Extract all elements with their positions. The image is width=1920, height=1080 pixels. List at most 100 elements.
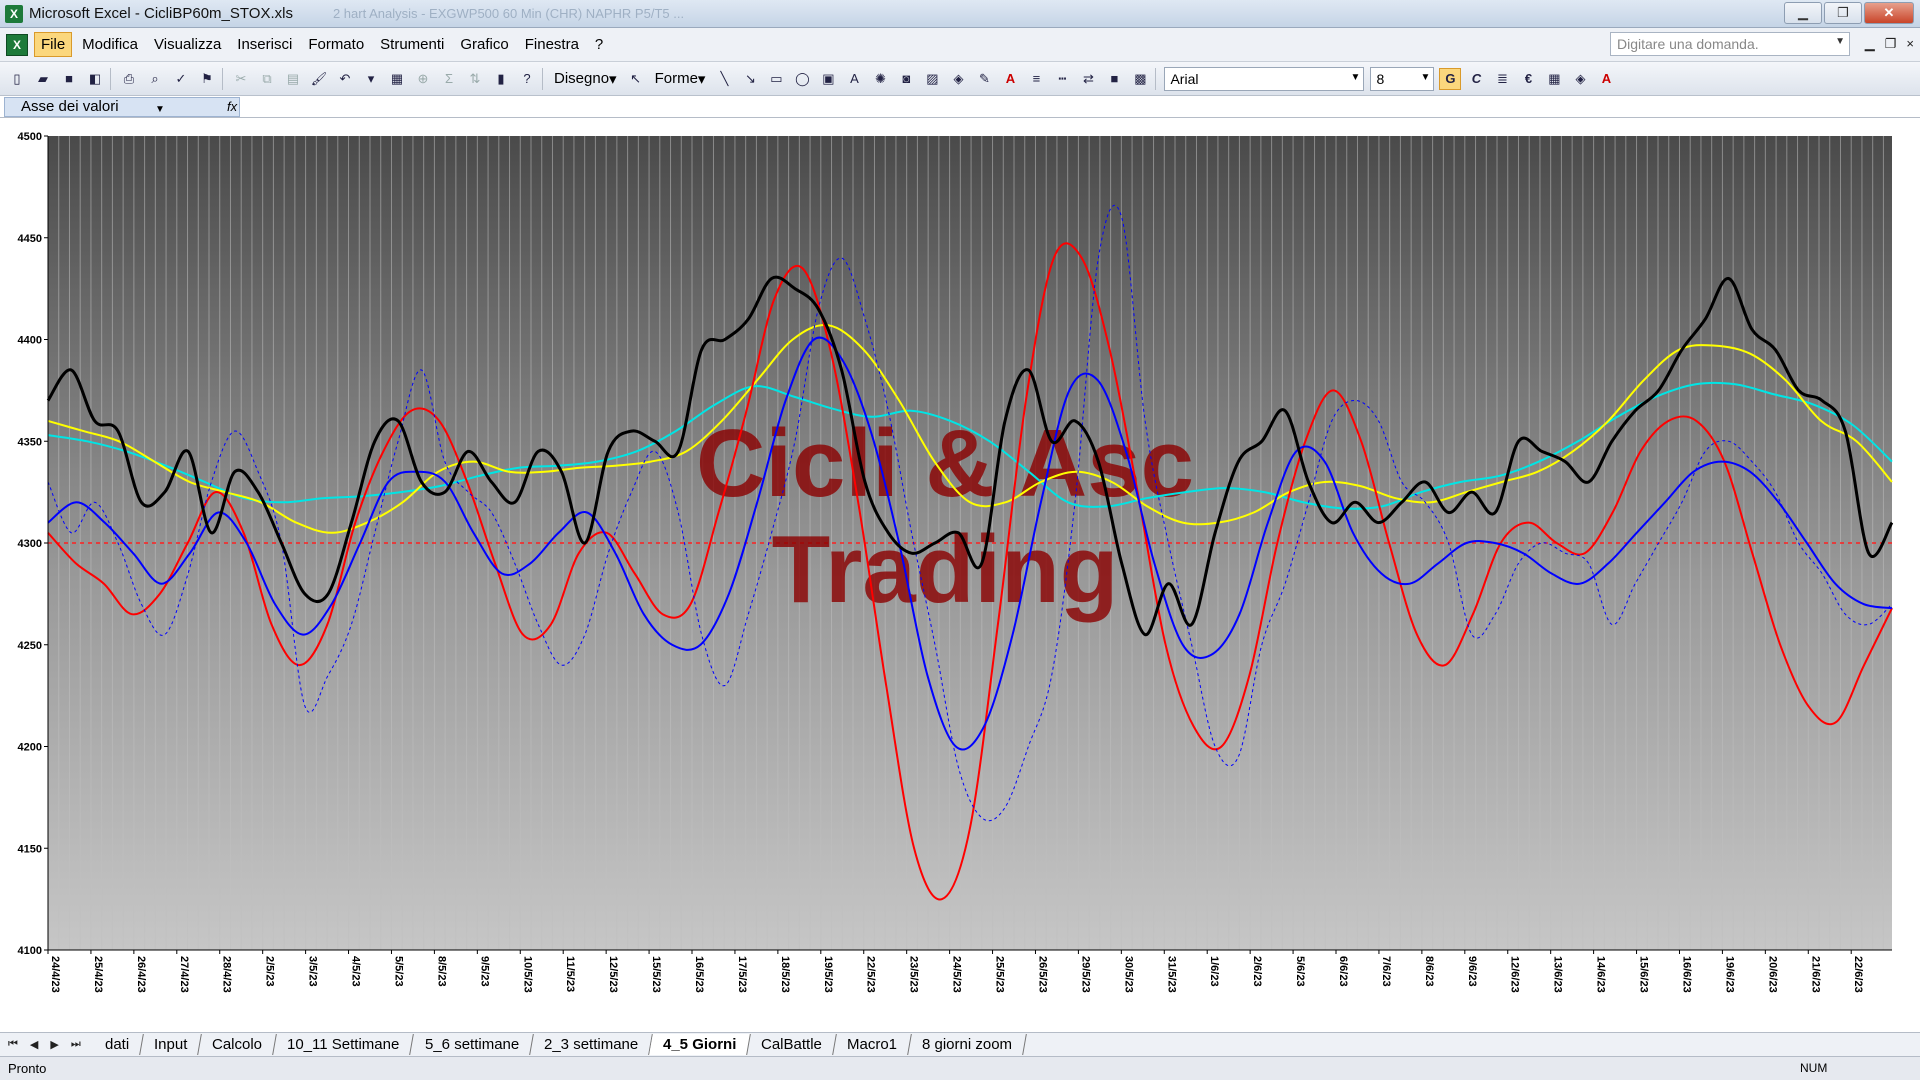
line-tool-icon[interactable]: ╲ — [713, 68, 735, 90]
x-tick-label: 20/6/23 — [1766, 956, 1778, 993]
fill-bucket-icon[interactable]: ◈ — [1569, 68, 1591, 90]
draw-menu-button[interactable]: Disegno ▾ — [554, 70, 617, 88]
title-bar: X Microsoft Excel - CicliBP60m_STOX.xls … — [0, 0, 1920, 28]
clipart-icon[interactable]: ◙ — [895, 68, 917, 90]
menu-visualizza[interactable]: Visualizza — [148, 33, 227, 56]
picture-icon[interactable]: ▨ — [921, 68, 943, 90]
textbox-tool-icon[interactable]: ▣ — [817, 68, 839, 90]
menu-file[interactable]: File — [34, 32, 73, 57]
x-tick-label: 4/5/23 — [350, 956, 362, 987]
rectangle-tool-icon[interactable]: ▭ — [765, 68, 787, 90]
format-painter-icon[interactable]: 🖌 — [308, 68, 330, 90]
oval-tool-icon[interactable]: ◯ — [791, 68, 813, 90]
print-icon[interactable]: ⎙ — [118, 68, 140, 90]
name-box[interactable]: Asse dei valori ▼ fx — [4, 97, 240, 117]
arrow-style-icon[interactable]: ⇄ — [1077, 68, 1099, 90]
line-color-icon[interactable]: ✎ — [973, 68, 995, 90]
x-tick-label: 8/5/23 — [435, 956, 447, 987]
x-tick-label: 23/5/23 — [908, 956, 920, 993]
x-tick-label: 24/5/23 — [951, 956, 963, 993]
sheet-tab-macro1[interactable]: Macro1 — [833, 1034, 913, 1055]
x-tick-label: 12/6/23 — [1509, 956, 1521, 993]
ask-question-input[interactable]: Digitare una domanda. ▼ — [1610, 32, 1850, 56]
arrow-tool-icon[interactable]: ↘ — [739, 68, 761, 90]
font-name-select[interactable]: Arial ▼ — [1164, 66, 1365, 91]
borders-icon[interactable]: ▦ — [1543, 68, 1565, 90]
x-tick-label: 12/5/23 — [607, 956, 619, 993]
undo-dropdown-icon[interactable]: ▾ — [360, 68, 382, 90]
prev-sheet-icon[interactable]: ◀ — [30, 1038, 38, 1051]
print-preview-icon[interactable]: ⌕ — [144, 68, 166, 90]
menu-formato[interactable]: Formato — [302, 33, 370, 56]
fx-icon[interactable]: fx — [227, 98, 237, 116]
menu-help[interactable]: ? — [589, 33, 609, 56]
font-size-select[interactable]: 8 ▼ — [1370, 66, 1435, 91]
next-sheet-icon[interactable]: ▶ — [50, 1038, 58, 1051]
chevron-down-icon[interactable]: ▼ — [1835, 36, 1845, 47]
undo-icon[interactable]: ↶ — [334, 68, 356, 90]
open-folder-icon[interactable]: ▰ — [32, 68, 54, 90]
chevron-down-icon: ▼ — [1350, 71, 1361, 83]
menu-grafico[interactable]: Grafico — [454, 33, 514, 56]
menu-modifica[interactable]: Modifica — [76, 33, 144, 56]
sort-ascending-icon[interactable]: ⇅ — [464, 68, 486, 90]
sheet-tab-calbattle[interactable]: CalBattle — [747, 1034, 838, 1055]
align-icon[interactable]: ≣ — [1491, 68, 1513, 90]
doc-restore-button[interactable]: ❐ — [1885, 36, 1897, 52]
close-button[interactable]: ✕ — [1864, 2, 1914, 24]
sheet-tab-2-3-settimane[interactable]: 2_3 settimane — [530, 1034, 653, 1055]
sheet-tab-4-5-giorni[interactable]: 4_5 Giorni — [649, 1034, 752, 1055]
bar-chart-icon[interactable]: ▮ — [490, 68, 512, 90]
doc-minimize-button[interactable]: ▁ — [1865, 36, 1875, 52]
diagram-icon[interactable]: ✺ — [869, 68, 891, 90]
paste-icon[interactable]: ▤ — [282, 68, 304, 90]
autosum-icon[interactable]: Σ — [438, 68, 460, 90]
sheet-tab-calcolo[interactable]: Calcolo — [198, 1034, 278, 1055]
sheet-tab-input[interactable]: Input — [140, 1034, 203, 1055]
dash-style-icon[interactable]: ┅ — [1051, 68, 1073, 90]
spelling-icon[interactable]: ✓ — [170, 68, 192, 90]
italic-button[interactable]: C — [1465, 68, 1487, 90]
shadow-icon[interactable]: ■ — [1103, 68, 1125, 90]
sheet-tab-dati[interactable]: dati — [90, 1034, 144, 1055]
doc-close-button[interactable]: × — [1906, 36, 1914, 52]
menu-finestra[interactable]: Finestra — [519, 33, 585, 56]
copy-icon[interactable]: ⧉ — [256, 68, 278, 90]
currency-button[interactable]: € — [1517, 68, 1539, 90]
chart-wizard-icon[interactable]: ▦ — [386, 68, 408, 90]
y-tick-label: 4400 — [18, 335, 42, 347]
save-icon[interactable]: ■ — [58, 68, 80, 90]
chevron-down-icon[interactable]: ▼ — [155, 101, 165, 119]
minimize-button[interactable]: ▁ — [1784, 2, 1822, 24]
last-sheet-icon[interactable]: ⏭ — [71, 1038, 81, 1051]
hyperlink-icon[interactable]: ⊕ — [412, 68, 434, 90]
sheet-tab-8-giorni-zoom[interactable]: 8 giorni zoom — [908, 1034, 1028, 1055]
x-tick-label: 5/5/23 — [392, 956, 404, 987]
font-color-icon[interactable]: A — [999, 68, 1021, 90]
x-tick-label: 14/6/23 — [1595, 956, 1607, 993]
first-sheet-icon[interactable]: ⏮ — [8, 1038, 18, 1051]
select-pointer-icon[interactable]: ↖ — [625, 68, 647, 90]
x-tick-label: 1/6/23 — [1208, 956, 1220, 987]
formula-bar: Asse dei valori ▼ fx — [0, 96, 1920, 118]
fill-color-icon[interactable]: ◈ — [947, 68, 969, 90]
sheet-tab-10-11-settimane[interactable]: 10_11 Settimane — [273, 1034, 415, 1055]
sheet-tab-5-6-settimane[interactable]: 5_6 settimane — [410, 1034, 534, 1055]
shapes-menu-button[interactable]: Forme ▾ — [655, 70, 706, 88]
research-icon[interactable]: ⚑ — [196, 68, 218, 90]
excel-app-icon[interactable]: X — [5, 4, 23, 23]
permission-icon[interactable]: ◧ — [84, 68, 106, 90]
menu-inserisci[interactable]: Inserisci — [231, 33, 298, 56]
bold-button[interactable]: G — [1439, 67, 1462, 90]
wordart-icon[interactable]: A — [843, 68, 865, 90]
help-icon[interactable]: ? — [516, 68, 538, 90]
maximize-button[interactable]: ❐ — [1824, 2, 1862, 24]
new-file-icon[interactable]: ▯ — [6, 68, 28, 90]
font-color-icon-2[interactable]: A — [1595, 68, 1617, 90]
line-style-icon[interactable]: ≡ — [1025, 68, 1047, 90]
line-chart[interactable]: Cicli & Asc Trading 4100 4150 4200 4250 4300… — [0, 118, 1920, 1032]
cut-icon[interactable]: ✂ — [230, 68, 252, 90]
3d-icon[interactable]: ▩ — [1129, 68, 1151, 90]
workbook-icon[interactable]: X — [6, 33, 28, 56]
menu-strumenti[interactable]: Strumenti — [374, 33, 450, 56]
